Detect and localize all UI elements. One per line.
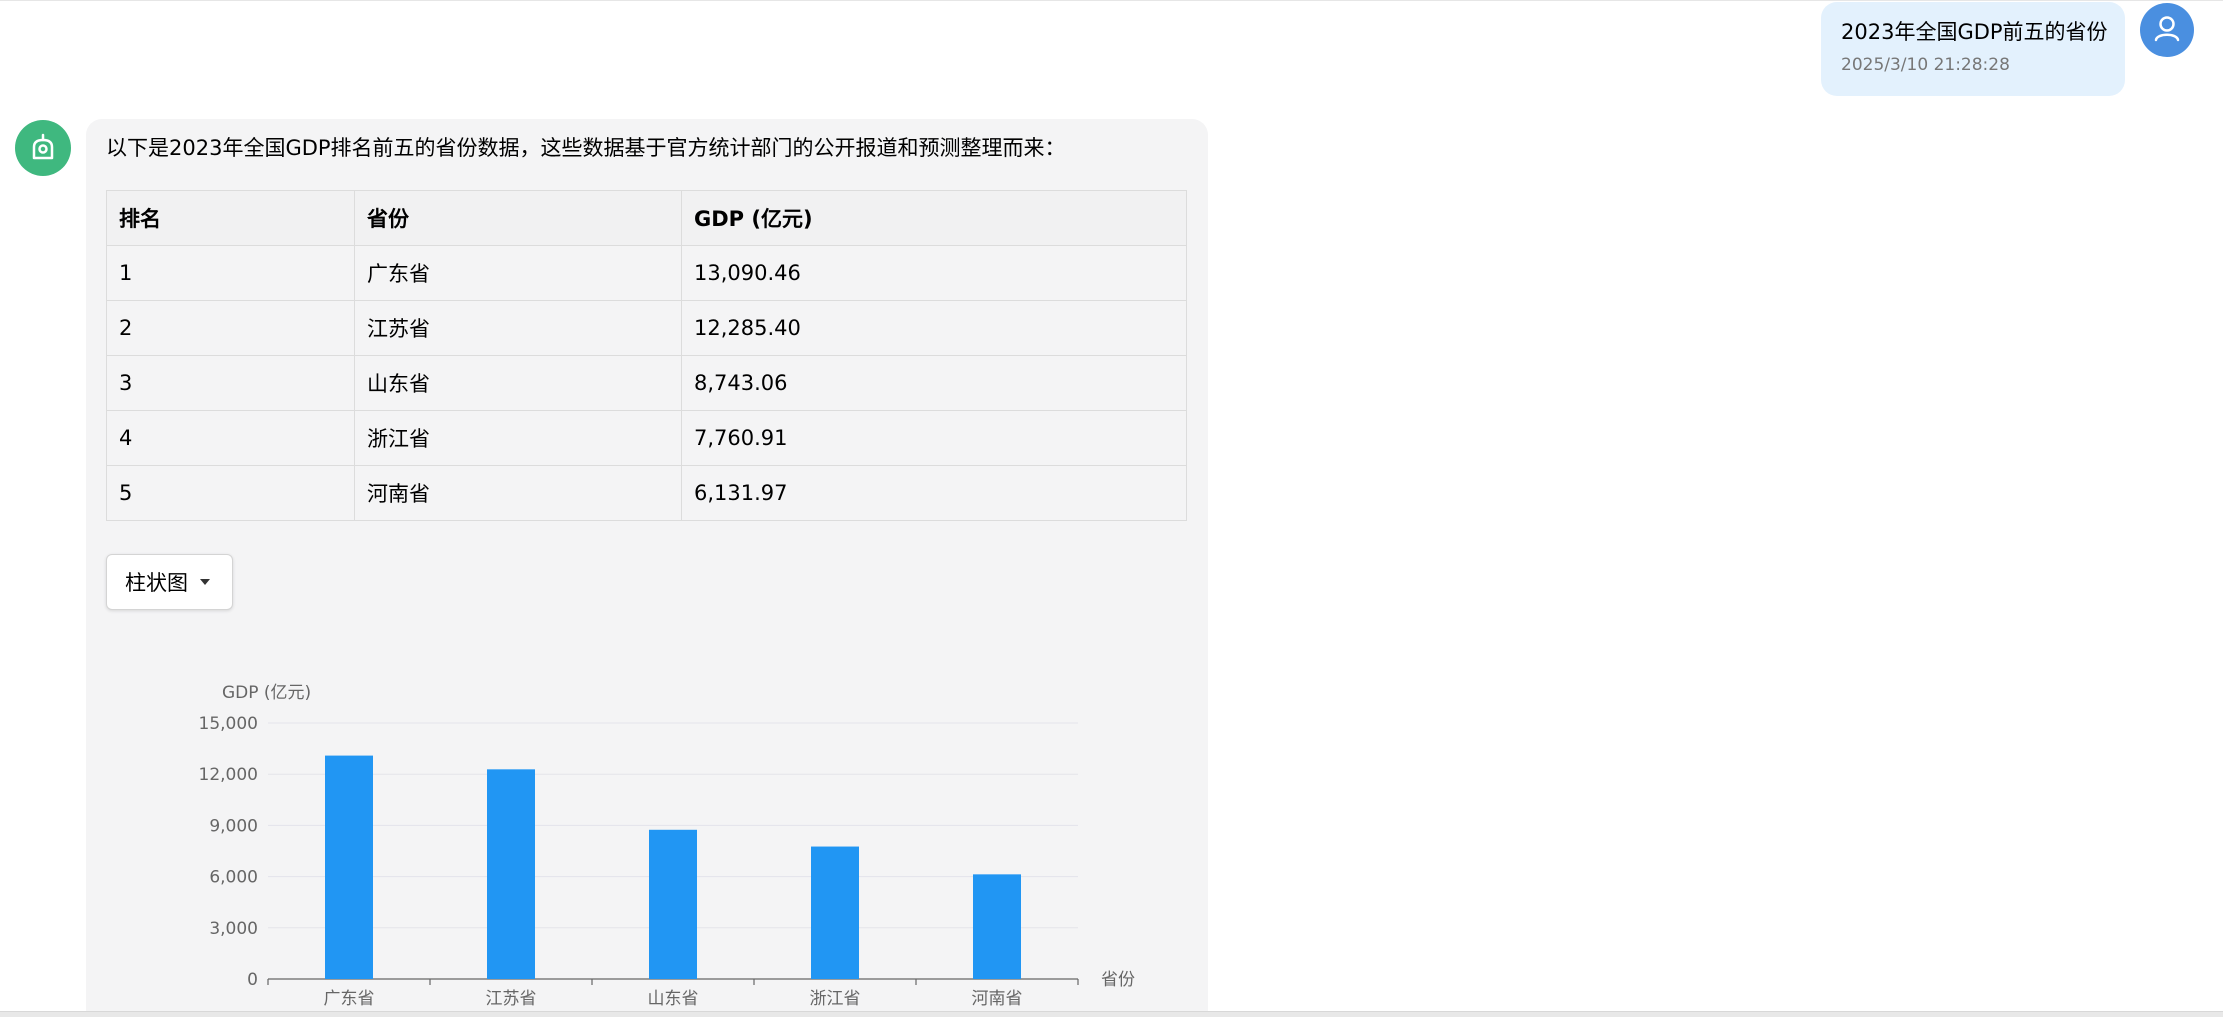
x-tick-label: 山东省 — [648, 989, 699, 1009]
y-tick-label: 6,000 — [209, 868, 258, 888]
bar — [487, 769, 535, 979]
horizontal-scrollbar[interactable] — [0, 1011, 2223, 1017]
bar — [973, 874, 1021, 979]
robot-icon — [32, 133, 54, 160]
x-tick-label: 广东省 — [324, 989, 375, 1009]
user-message-timestamp: 2025/3/10 21:28:28 — [1841, 55, 2010, 75]
y-tick-label: 0 — [247, 970, 258, 990]
gdp-bar-chart: 0 3,000 6,000 9,000 12,000 15,000 GDP (亿元) 广东省 江… — [199, 683, 1135, 1009]
x-axis-label: 省份 — [1101, 970, 1135, 990]
y-tick-label: 3,000 — [209, 919, 258, 939]
bar — [811, 846, 859, 979]
y-tick-label: 12,000 — [199, 765, 258, 785]
x-tick-label: 江苏省 — [486, 989, 537, 1009]
assistant-message-bubble: 以下是2023年全国GDP排名前五的省份数据，这些数据基于官方统计部门的公开报道… — [86, 119, 1208, 1017]
bar — [325, 755, 373, 979]
y-tick-label: 9,000 — [209, 816, 258, 836]
y-axis-label: GDP (亿元) — [222, 683, 311, 703]
y-tick-label: 15,000 — [199, 714, 258, 734]
bar — [649, 829, 697, 979]
chat-page: 2023年全国GDP前五的省份 2025/3/10 21:28:28 以下是20… — [0, 0, 2223, 1017]
top-divider — [0, 0, 2223, 1]
assistant-avatar — [15, 120, 71, 176]
x-tick-label: 河南省 — [972, 989, 1023, 1009]
x-tick-label: 浙江省 — [810, 989, 861, 1009]
user-avatar — [2140, 3, 2194, 57]
user-message-text: 2023年全国GDP前五的省份 — [1841, 20, 2108, 44]
user-icon — [2154, 16, 2180, 42]
user-message-bubble: 2023年全国GDP前五的省份 2025/3/10 21:28:28 — [1821, 2, 2125, 96]
